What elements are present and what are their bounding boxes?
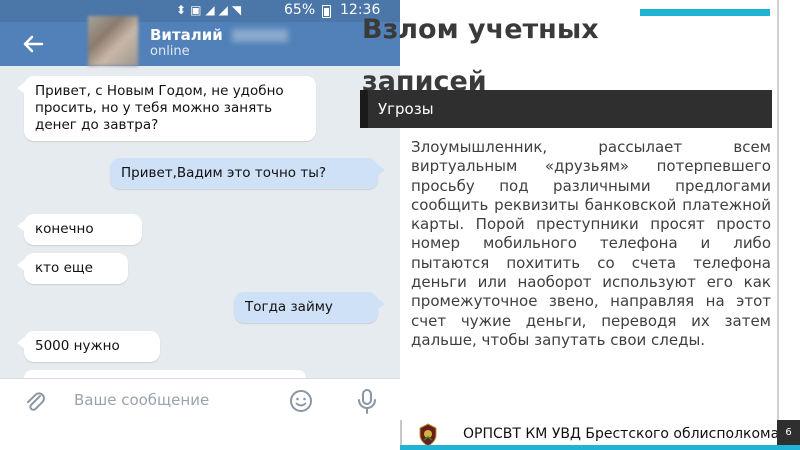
message-incoming[interactable]: конечно [17,214,142,245]
footer-accent-line [400,445,800,450]
battery-percentage: 65% [284,2,316,18]
message-incoming[interactable]: Привет, с Новым Годом, не удобно просить… [17,76,316,141]
chat-header: Виталий online [0,16,400,66]
section-label: Угрозы [378,100,434,118]
status-bar: ⬍▣◢◢◥ 65% 12:36 [0,0,400,22]
message-outgoing[interactable]: Привет,Вадим это точно ты? [110,158,385,189]
battery-icon [322,5,331,18]
paperclip-icon[interactable] [22,388,48,414]
page-number: 6 [777,420,800,445]
message-outgoing[interactable]: Тогда займу [234,292,385,323]
screenshot-icon: ▣ [190,3,206,17]
contact-status: online [150,44,190,59]
footer-organization: ОРПСВТ КМ УВД Брестского облисполкома [463,426,780,442]
message-input[interactable]: Ваше сообщение [74,391,209,409]
chat-screenshot: ⬍▣◢◢◥ 65% 12:36 Виталий online Привет, с… [0,0,400,420]
wifi-icon: ◥ [231,3,246,17]
slide-body-text: Злоумышленник, рассылает всем виртуальны… [411,138,771,349]
divider [777,0,779,420]
emblem-icon [419,423,437,447]
status-icons: ⬍▣◢◢◥ [176,3,245,17]
section-band: Угрозы [360,90,772,128]
usb-icon: ⬍ [176,3,191,17]
signal-icon: ◢ [205,3,219,17]
message-incoming[interactable]: 5000 нужно [17,331,160,362]
contact-name[interactable]: Виталий [150,26,223,44]
emoji-icon[interactable] [288,388,314,414]
message-input-bar: Ваше сообщение [0,378,400,420]
redacted-surname [232,29,288,42]
back-arrow-icon[interactable] [18,29,48,59]
microphone-icon[interactable] [354,387,380,415]
message-incoming[interactable]: кто еще [17,253,128,284]
signal-icon: ◢ [218,3,232,17]
avatar[interactable] [88,16,138,66]
